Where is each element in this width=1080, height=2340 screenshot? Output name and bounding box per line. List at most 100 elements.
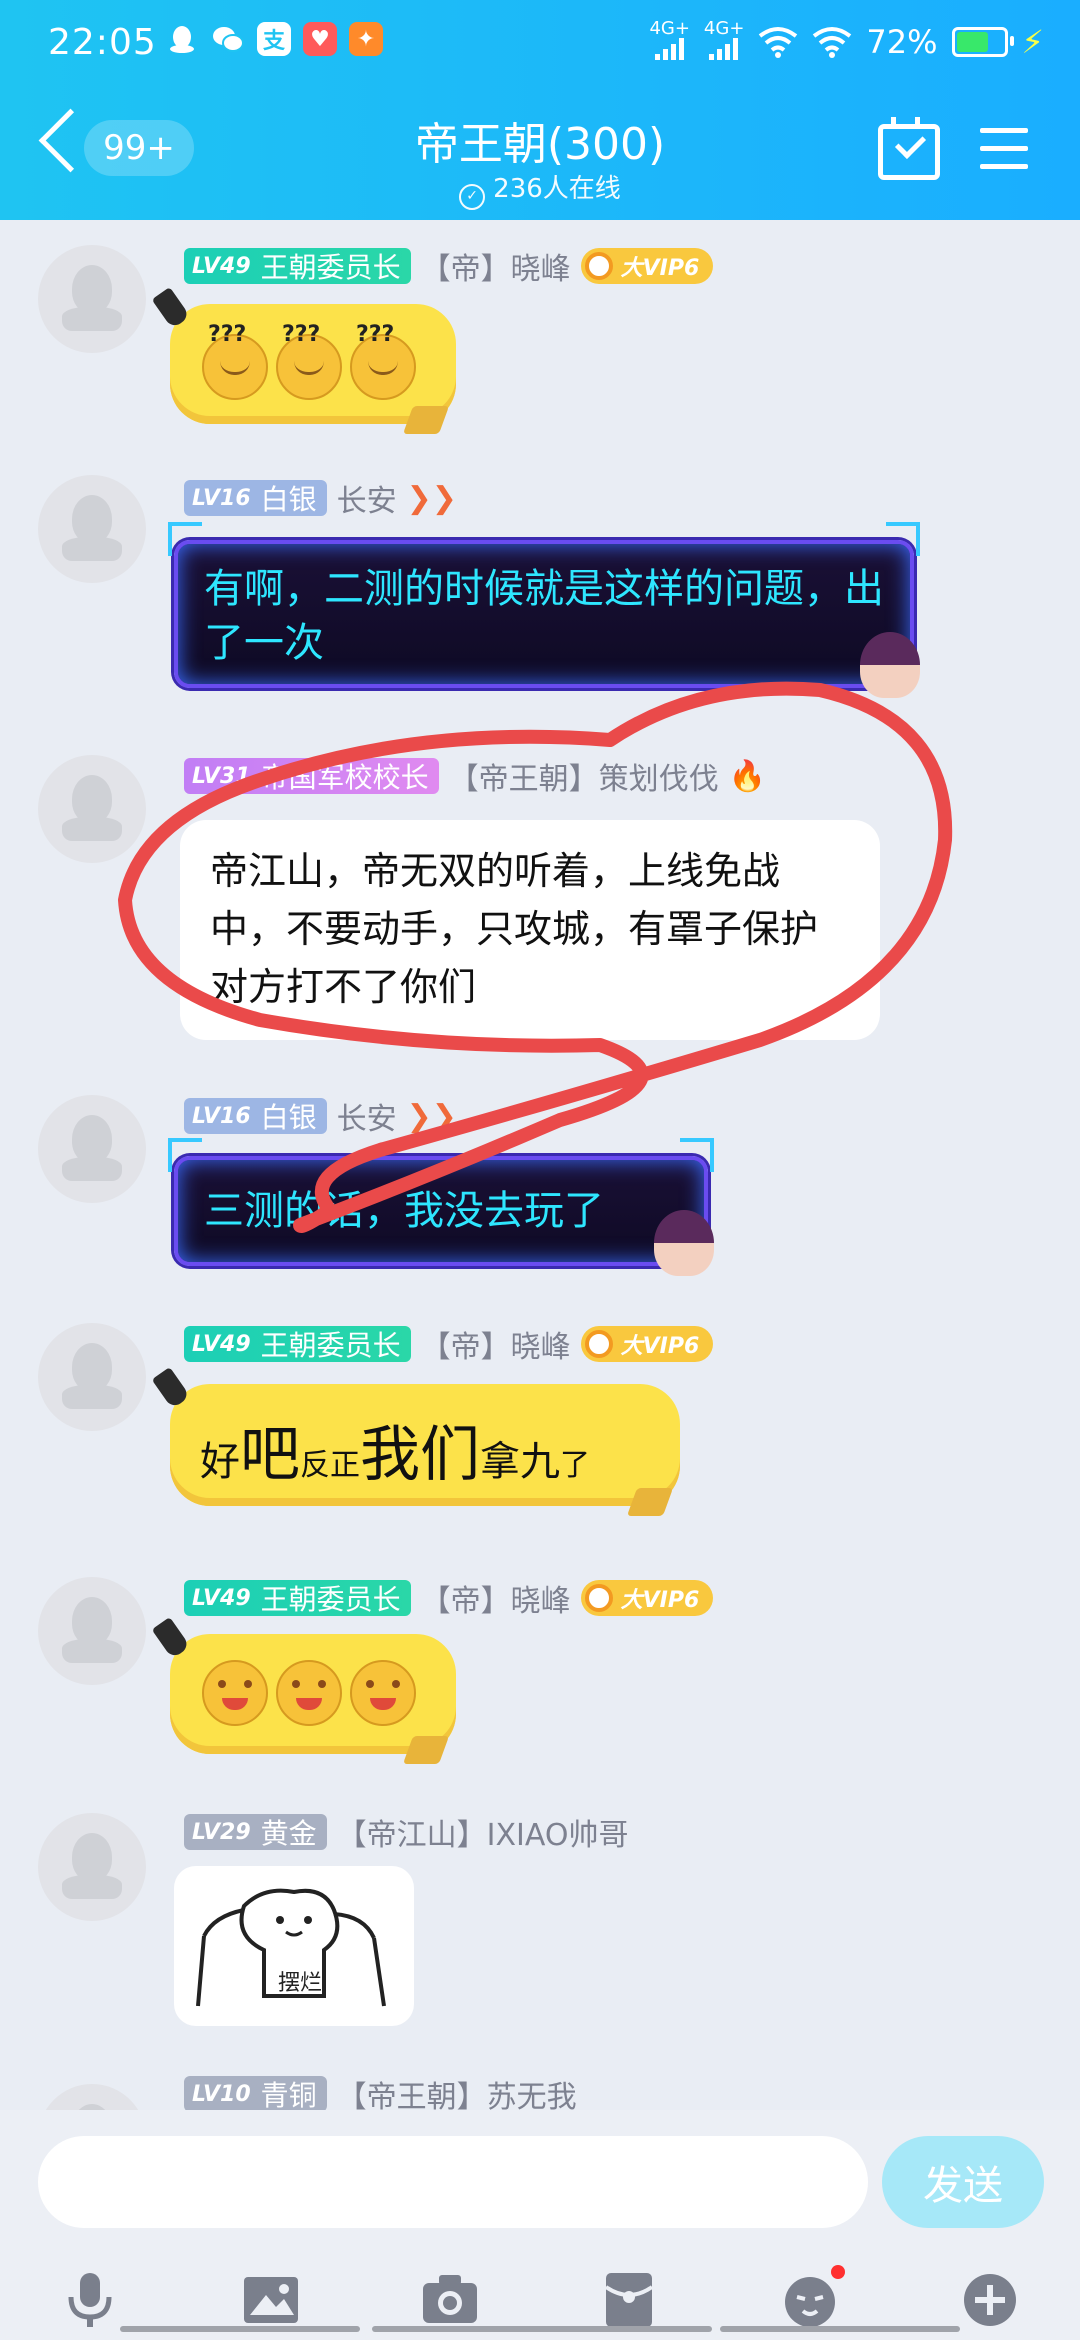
online-text: 236人在线 xyxy=(493,174,621,204)
red-circle-annotation xyxy=(118,681,953,1233)
confused-emoji-icon: ??? xyxy=(350,322,416,400)
sender-name[interactable]: 【帝江山】IXIAO帅哥 xyxy=(337,1810,629,1854)
avatar[interactable] xyxy=(38,1813,146,1921)
emoji-caption: ??? xyxy=(356,322,395,347)
game-app-icon: ✦ xyxy=(349,22,383,56)
emoji-caption: ??? xyxy=(282,322,321,347)
sender-meta: LV49 王朝委员长 【帝】晓峰 大VIP6 xyxy=(184,244,714,288)
message-bubble[interactable]: 好吧反正我们拿九了 xyxy=(170,1384,680,1506)
level-text: LV10 xyxy=(192,2081,251,2107)
ear-decoration-icon xyxy=(168,1138,202,1172)
emoji-row: ????????? xyxy=(198,322,420,400)
avatar[interactable] xyxy=(38,1323,146,1431)
laughing-emoji-icon xyxy=(202,1660,268,1726)
emoji-button[interactable] xyxy=(775,2265,845,2335)
message-item: LV10 青铜 【帝王朝】苏无我 xyxy=(0,2070,1080,2110)
network-type-1: 4G+ xyxy=(649,18,690,39)
sender-meta: LV49 王朝委员长 【帝】晓峰 大VIP6 xyxy=(184,1576,714,1620)
camera-button[interactable] xyxy=(415,2265,485,2335)
avatar[interactable] xyxy=(38,1095,146,1203)
avatar[interactable] xyxy=(38,755,146,863)
sticker-bubble[interactable]: 摆烂 xyxy=(174,1866,414,2026)
sender-meta: LV16 白银 长安 ❯❯ xyxy=(184,1094,457,1138)
message-text: 三测的话，我没去玩了 xyxy=(204,1188,604,1234)
sender-name[interactable]: 长安 xyxy=(337,476,397,520)
rank-text: 王朝委员长 xyxy=(260,1583,401,1616)
status-time: 22:05 xyxy=(48,22,157,63)
signal-1: 4G+ xyxy=(649,18,690,64)
calendar-check-icon[interactable] xyxy=(878,117,940,180)
ear-decoration-icon xyxy=(168,522,202,556)
flame-icon: 🔥 xyxy=(728,758,767,794)
red-packet-icon xyxy=(604,2273,654,2327)
sender-name[interactable]: 【帝】晓峰 xyxy=(421,1322,571,1366)
app-icon: 支 xyxy=(257,22,291,56)
level-text: LV49 xyxy=(192,1585,251,1611)
sender-meta: LV10 青铜 【帝王朝】苏无我 xyxy=(184,2072,577,2110)
vip-badge: 大VIP6 xyxy=(580,248,714,284)
level-badge: LV49 王朝委员长 xyxy=(184,1326,411,1362)
level-text: LV31 xyxy=(192,763,251,789)
chat-header: 22:05 支 ♥ ✦ 4G+ 4G+ 72% ⚡ 99+ 帝王朝(300) ✓… xyxy=(0,0,1080,220)
vip-text: 大VIP6 xyxy=(620,1334,700,1359)
voice-button[interactable] xyxy=(55,2265,125,2335)
input-bar: 发送 xyxy=(0,2110,1080,2340)
sender-name[interactable]: 【帝王朝】苏无我 xyxy=(337,2072,577,2110)
chibi-avatar-icon xyxy=(654,1210,714,1276)
charging-icon: ⚡ xyxy=(1021,23,1044,61)
image-button[interactable] xyxy=(236,2265,306,2335)
sender-name[interactable]: 【帝】晓峰 xyxy=(421,1576,571,1620)
battery-icon xyxy=(951,27,1014,57)
wifi-icon xyxy=(813,27,852,58)
image-icon xyxy=(244,2277,298,2323)
sender-name[interactable]: 【帝】晓峰 xyxy=(421,244,571,288)
sender-meta: LV31 帝国军校校长 【帝王朝】策划伐伐 🔥 xyxy=(184,754,766,798)
avatar[interactable] xyxy=(38,2084,146,2110)
avatar[interactable] xyxy=(38,475,146,583)
rank-text: 王朝委员长 xyxy=(260,251,401,284)
level-text: LV16 xyxy=(192,1103,251,1129)
level-badge: LV31 帝国军校校长 xyxy=(184,758,439,794)
more-button[interactable] xyxy=(955,2265,1025,2335)
menu-icon[interactable] xyxy=(980,128,1028,170)
battery-fill xyxy=(956,32,989,52)
level-text: LV16 xyxy=(192,485,251,511)
level-badge: LV10 青铜 xyxy=(184,2076,327,2110)
sender-name[interactable]: 长安 xyxy=(337,1094,397,1138)
laughing-emoji-icon xyxy=(350,1660,416,1726)
send-button[interactable]: 发送 xyxy=(882,2136,1044,2228)
level-badge: LV16 白银 xyxy=(184,1098,327,1134)
sender-name[interactable]: 【帝王朝】策划伐伐 xyxy=(449,754,719,798)
camera-icon xyxy=(423,2275,477,2323)
ear-decoration-icon xyxy=(680,1138,714,1172)
message-text: 好吧反正我们拿九了 xyxy=(200,1406,590,1493)
vip-icon xyxy=(584,1330,613,1358)
panel-indicator xyxy=(120,2326,960,2332)
message-bubble[interactable]: 有啊，二测的时候就是这样的问题，出了一次 xyxy=(168,522,920,698)
level-badge: LV16 白银 xyxy=(184,480,327,516)
message-bubble[interactable] xyxy=(170,1634,456,1754)
rank-text: 帝国军校校长 xyxy=(260,761,429,794)
battery-percent: 72% xyxy=(866,23,938,61)
message-bubble[interactable]: 帝江山，帝无双的听着，上线免战中，不要动手，只攻城，有罩子保护对方打不了你们 xyxy=(180,820,880,1040)
level-text: LV29 xyxy=(192,1819,251,1845)
red-packet-button[interactable] xyxy=(594,2265,664,2335)
message-text: 帝江山，帝无双的听着，上线免战中，不要动手，只攻城，有罩子保护对方打不了你们 xyxy=(210,849,819,1009)
check-circle-icon: ✓ xyxy=(459,184,486,210)
avatar[interactable] xyxy=(38,245,146,353)
confused-emoji-icon: ??? xyxy=(202,322,268,400)
network-type-2: 4G+ xyxy=(703,18,745,39)
message-bubble[interactable]: 三测的话，我没去玩了 xyxy=(168,1138,714,1276)
level-badge: LV29 黄金 xyxy=(184,1814,327,1850)
avatar[interactable] xyxy=(38,1577,146,1685)
vip-icon xyxy=(584,252,613,280)
message-input[interactable] xyxy=(38,2136,868,2228)
heart-app-icon: ♥ xyxy=(303,22,337,56)
rank-text: 王朝委员长 xyxy=(260,1329,401,1362)
level-badge: LV49 王朝委员长 xyxy=(184,248,411,284)
message-bubble[interactable]: ????????? xyxy=(170,304,456,424)
text-part: 我们 xyxy=(360,1420,480,1490)
notification-icons: 支 ♥ ✦ xyxy=(165,22,383,56)
sender-meta: LV16 白银 长安 ❯❯ xyxy=(184,476,457,520)
text-part: 吧 xyxy=(240,1420,300,1490)
